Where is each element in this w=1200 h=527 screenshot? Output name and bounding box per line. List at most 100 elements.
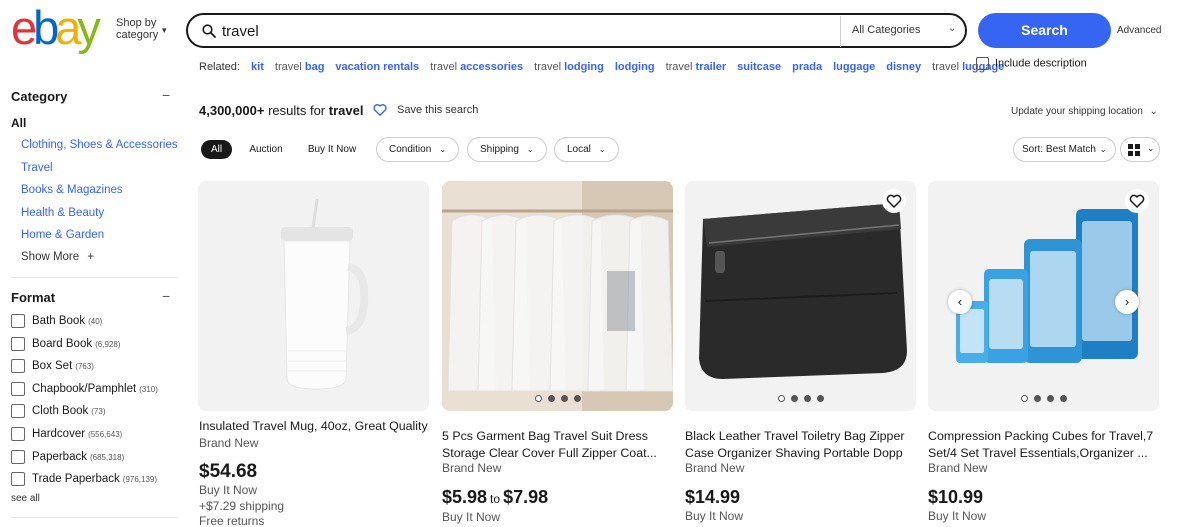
related-search-link[interactable]: travel trailer	[666, 61, 727, 73]
related-search-link[interactable]: kit	[251, 61, 264, 73]
local-label: Local	[567, 144, 591, 155]
search-button[interactable]: Search	[978, 13, 1111, 48]
checkbox[interactable]	[11, 359, 25, 374]
local-filter[interactable]: Local ⌄	[554, 137, 619, 162]
watch-heart-icon[interactable]	[882, 189, 906, 213]
related-search-link[interactable]: suitcase	[737, 61, 781, 73]
show-more-button[interactable]: Show More +	[21, 251, 94, 263]
format-filter-option[interactable]: Trade Paperback (976,139)	[11, 472, 158, 487]
format-filter-option[interactable]: Cloth Book (73)	[11, 404, 106, 419]
format-filter-option[interactable]: Chapbook/Pamphlet (310)	[11, 381, 158, 396]
product-image[interactable]	[198, 181, 429, 411]
logo-letter: a	[55, 1, 81, 54]
product-price-range: $5.98 to $7.98	[442, 487, 548, 508]
include-description-checkbox[interactable]: Include description	[976, 57, 1087, 70]
format-count: (976,139)	[122, 475, 158, 485]
category-link[interactable]: Books & Magazines	[21, 184, 123, 196]
related-search-link[interactable]: travel bag	[275, 61, 325, 73]
related-plain-text: travel	[430, 61, 461, 73]
category-link[interactable]: Travel	[21, 162, 53, 174]
product-title[interactable]: Black Leather Travel Toiletry Bag Zipper…	[685, 428, 915, 462]
checkbox[interactable]	[976, 57, 989, 70]
category-all[interactable]: All	[11, 116, 26, 130]
category-label: category	[116, 29, 159, 41]
category-link[interactable]: Health & Beauty	[21, 207, 104, 219]
product-title[interactable]: Compression Packing Cubes for Travel,7 S…	[928, 428, 1158, 462]
related-search-link[interactable]: vacation rentals	[335, 61, 419, 73]
checkbox[interactable]	[11, 381, 25, 396]
checkbox[interactable]	[11, 336, 25, 351]
category-select[interactable]: All Categories	[852, 24, 920, 36]
tab-buy-it-now[interactable]: Buy It Now	[304, 140, 360, 159]
checkbox[interactable]	[11, 472, 25, 487]
collapse-icon[interactable]: −	[162, 87, 170, 103]
carousel-dots[interactable]	[928, 389, 1159, 407]
format-count: (73)	[91, 407, 106, 417]
watch-heart-icon[interactable]	[1125, 189, 1149, 213]
shipping-filter[interactable]: Shipping ⌄	[467, 137, 547, 162]
related-search-link[interactable]: luggage	[833, 61, 875, 73]
related-searches: Related: kit travel bag vacation rentals tr…	[199, 61, 1015, 73]
tab-auction[interactable]: Auction	[244, 140, 288, 159]
plus-icon: +	[87, 251, 95, 263]
checkbox[interactable]	[11, 314, 25, 328]
product-image[interactable]: ‹ ›	[928, 181, 1159, 411]
related-bold-text: prada	[792, 61, 823, 73]
format-filter-option[interactable]: Board Book (6,928)	[11, 336, 120, 351]
format-heading[interactable]: Format	[11, 290, 55, 305]
checkbox[interactable]	[11, 427, 25, 441]
format-filter-option[interactable]: Hardcover (556,643)	[11, 427, 122, 441]
related-search-link[interactable]: travel lodging	[534, 61, 604, 73]
see-all-link[interactable]: see all	[11, 493, 40, 504]
related-search-link[interactable]: prada	[792, 61, 822, 73]
product-price: $54.68	[199, 461, 258, 482]
format-filter-option[interactable]: Box Set (763)	[11, 359, 94, 374]
category-heading[interactable]: Category	[11, 89, 67, 104]
results-number: 4,300,000+	[199, 103, 265, 118]
related-search-link[interactable]: lodging	[615, 61, 655, 73]
shop-by-label: Shop by	[116, 17, 157, 29]
chevron-down-icon: ⌄	[1099, 145, 1107, 154]
product-image[interactable]	[442, 181, 673, 411]
search-icon	[202, 24, 216, 38]
results-query: travel	[328, 103, 364, 118]
advanced-search-link[interactable]: Advanced	[1117, 25, 1161, 36]
search-input[interactable]	[222, 20, 832, 42]
condition-filter[interactable]: Condition ⌄	[376, 137, 459, 162]
price-to: to	[490, 492, 501, 506]
shipping-location-dropdown[interactable]: Update your shipping location ⌄	[1011, 106, 1158, 117]
related-search-link[interactable]: travel accessories	[430, 61, 523, 73]
format-filter-option[interactable]: Paperback (685,318)	[11, 449, 125, 464]
collapse-icon[interactable]: −	[162, 288, 170, 304]
product-title[interactable]: Insulated Travel Mug, 40oz, Great Qualit…	[199, 418, 429, 435]
product-condition: Brand New	[199, 436, 259, 450]
logo-letter: b	[33, 1, 59, 54]
related-bold-text: trailer	[695, 61, 727, 73]
tab-all[interactable]: All	[201, 140, 232, 159]
save-search-button[interactable]: Save this search	[373, 103, 478, 117]
sort-dropdown[interactable]: Sort: Best Match ⌄	[1013, 137, 1116, 162]
category-link[interactable]: Home & Garden	[21, 229, 104, 241]
format-count: (685,318)	[89, 452, 125, 462]
garment-bag-image	[442, 181, 673, 411]
product-title[interactable]: 5 Pcs Garment Bag Travel Suit Dress Stor…	[442, 428, 672, 462]
related-plain-text: travel	[534, 61, 565, 73]
shop-by-category-button[interactable]: Shop by category ▾	[116, 17, 167, 41]
chevron-down-icon: ⌄	[439, 145, 446, 154]
results-for-label: results for	[268, 103, 326, 118]
chevron-left-icon[interactable]: ‹	[948, 290, 972, 314]
divider	[840, 16, 841, 47]
related-bold-text: accessories	[460, 61, 524, 73]
checkbox[interactable]	[11, 404, 25, 419]
product-image[interactable]	[685, 181, 916, 411]
carousel-dots[interactable]	[442, 389, 673, 407]
checkbox[interactable]	[11, 449, 25, 464]
category-link[interactable]: Clothing, Shoes & Accessories	[21, 139, 178, 151]
format-filter-option[interactable]: Bath Book (40)	[11, 314, 102, 328]
carousel-dots[interactable]	[685, 389, 916, 407]
view-toggle-button[interactable]: ⌄	[1120, 137, 1160, 162]
chevron-right-icon[interactable]: ›	[1115, 290, 1139, 314]
shipping-location-label: Update your shipping location	[1011, 106, 1143, 117]
ebay-logo[interactable]: ebay	[11, 1, 105, 54]
related-search-link[interactable]: disney	[886, 61, 921, 73]
